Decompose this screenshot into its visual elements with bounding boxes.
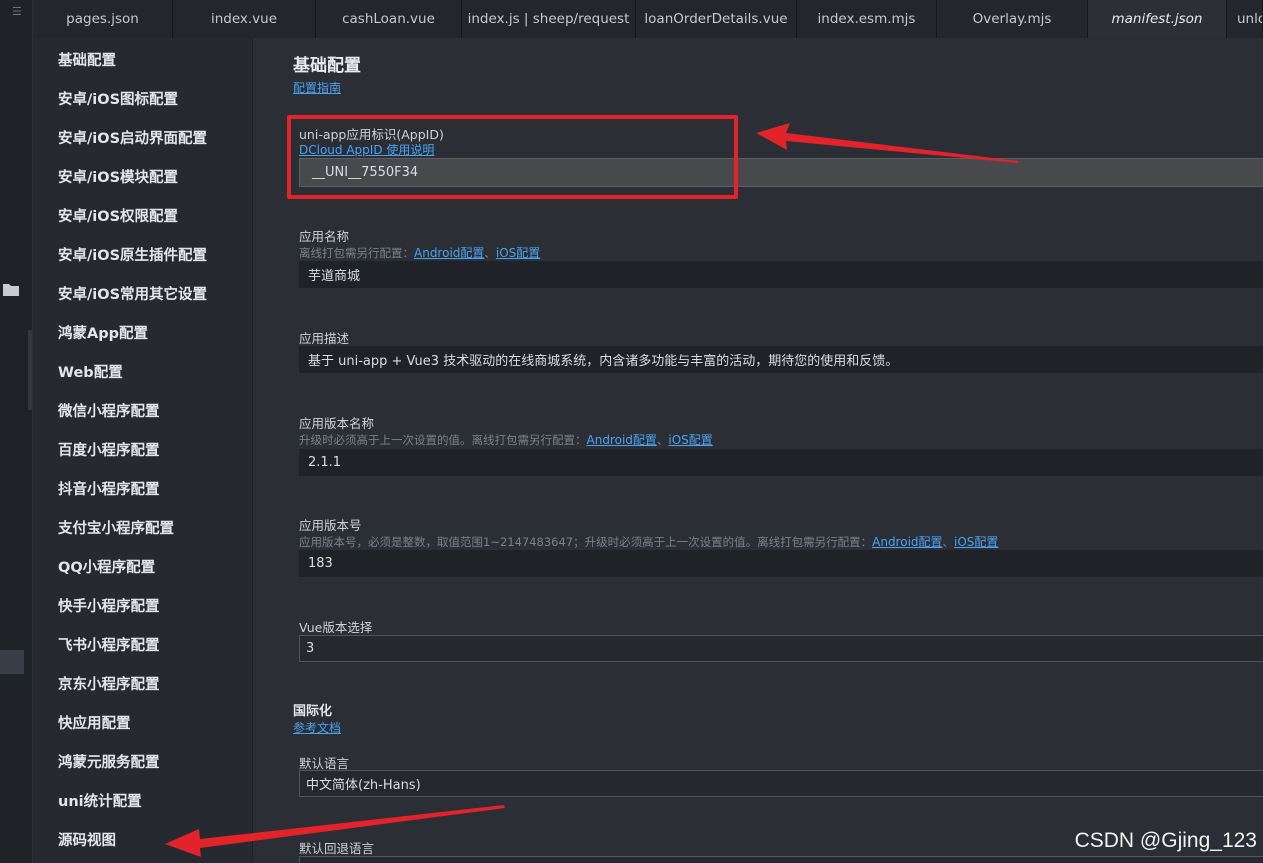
app-name-hint: 离线打包需另行配置：Android配置、iOS配置 [299, 244, 540, 261]
app-name-field[interactable]: 芋道商城 [299, 261, 1263, 288]
sidebar-item-alipay[interactable]: 支付宝小程序配置 [33, 508, 252, 547]
tab-loanorderdetails-vue[interactable]: loanOrderDetails.vue [636, 0, 797, 38]
sidebar-item-web[interactable]: Web配置 [33, 352, 252, 391]
app-name-ios-link[interactable]: iOS配置 [496, 246, 540, 260]
sidebar-item-modules[interactable]: 安卓/iOS模块配置 [33, 157, 252, 196]
activity-bar: ☰ [0, 0, 33, 863]
tab-index-js[interactable]: index.js | sheep/request [462, 0, 636, 38]
tab-cashloan-vue[interactable]: cashLoan.vue [316, 0, 462, 38]
scrollbar[interactable] [28, 330, 32, 410]
folder-icon[interactable] [0, 277, 22, 301]
tab-unlo[interactable]: unlo [1227, 0, 1263, 38]
sidebar-item-harmony-app[interactable]: 鸿蒙App配置 [33, 313, 252, 352]
sidebar-item-permissions[interactable]: 安卓/iOS权限配置 [33, 196, 252, 235]
i18n-docs-link[interactable]: 参考文档 [293, 719, 341, 736]
version-code-ios-link[interactable]: iOS配置 [954, 535, 998, 549]
app-name-android-link[interactable]: Android配置 [414, 246, 484, 260]
version-name-label: 应用版本名称 [299, 416, 375, 431]
menu-icon[interactable]: ☰ [12, 5, 22, 18]
version-name-field[interactable]: 2.1.1 [299, 449, 1263, 476]
version-code-sep: 、 [942, 535, 955, 549]
vue-version-select[interactable]: 3 [299, 635, 1263, 662]
sidebar-item-baidu[interactable]: 百度小程序配置 [33, 430, 252, 469]
sidebar-item-uni-stat[interactable]: uni统计配置 [33, 781, 252, 820]
sidebar-item-kuaishou[interactable]: 快手小程序配置 [33, 586, 252, 625]
sidebar-item-jd[interactable]: 京东小程序配置 [33, 664, 252, 703]
sidebar-item-harmony-service[interactable]: 鸿蒙元服务配置 [33, 742, 252, 781]
version-name-hint-text: 升级时必须高于上一次设置的值。离线打包需另行配置： [299, 433, 587, 447]
selected-indicator [0, 650, 24, 674]
app-name-label: 应用名称 [299, 229, 350, 244]
sidebar-item-qq[interactable]: QQ小程序配置 [33, 547, 252, 586]
fallback-lang-select[interactable] [299, 856, 1263, 863]
config-guide-link[interactable]: 配置指南 [293, 79, 341, 96]
version-name-android-link[interactable]: Android配置 [587, 433, 657, 447]
tab-pages-json[interactable]: pages.json [33, 0, 173, 38]
tab-index-esm-mjs[interactable]: index.esm.mjs [797, 0, 937, 38]
version-name-sep: 、 [656, 433, 669, 447]
sidebar-item-weixin[interactable]: 微信小程序配置 [33, 391, 252, 430]
sidebar-item-douyin[interactable]: 抖音小程序配置 [33, 469, 252, 508]
version-name-ios-link[interactable]: iOS配置 [668, 433, 712, 447]
sidebar-item-quickapp[interactable]: 快应用配置 [33, 703, 252, 742]
sidebar-item-basic[interactable]: 基础配置 [33, 40, 252, 79]
version-name-hint: 升级时必须高于上一次设置的值。离线打包需另行配置：Android配置、iOS配置 [299, 431, 713, 448]
version-code-field[interactable]: 183 [299, 550, 1263, 577]
sidebar-item-feishu[interactable]: 飞书小程序配置 [33, 625, 252, 664]
settings-sidebar: 基础配置 安卓/iOS图标配置 安卓/iOS启动界面配置 安卓/iOS模块配置 … [33, 38, 253, 863]
sidebar-item-splash[interactable]: 安卓/iOS启动界面配置 [33, 118, 252, 157]
version-code-hint-text: 应用版本号，必须是整数，取值范围1~2147483647；升级时必须高于上一次设… [299, 535, 873, 549]
i18n-title: 国际化 [293, 704, 333, 719]
app-desc-field[interactable]: 基于 uni-app + Vue3 技术驱动的在线商城系统，内含诸多功能与丰富的… [299, 346, 1263, 373]
version-code-label: 应用版本号 [299, 518, 362, 533]
sidebar-item-icon[interactable]: 安卓/iOS图标配置 [33, 79, 252, 118]
tab-manifest-json[interactable]: manifest.json [1088, 0, 1227, 38]
editor-tab-bar: pages.json index.vue cashLoan.vue index.… [33, 0, 1263, 38]
sidebar-item-other-settings[interactable]: 安卓/iOS常用其它设置 [33, 274, 252, 313]
annotation-highlight-box [287, 115, 738, 199]
app-name-hint-text: 离线打包需另行配置： [299, 246, 414, 260]
fallback-lang-label: 默认回退语言 [299, 841, 375, 856]
vue-version-label: Vue版本选择 [299, 620, 373, 635]
sidebar-item-native-plugins[interactable]: 安卓/iOS原生插件配置 [33, 235, 252, 274]
page-title: 基础配置 [293, 56, 361, 76]
version-code-android-link[interactable]: Android配置 [872, 535, 942, 549]
app-name-sep: 、 [484, 246, 496, 260]
default-lang-select[interactable]: 中文简体(zh-Hans) [299, 770, 1263, 797]
sidebar-item-source-view[interactable]: 源码视图 [33, 820, 252, 859]
tab-index-vue[interactable]: index.vue [173, 0, 316, 38]
version-code-hint: 应用版本号，必须是整数，取值范围1~2147483647；升级时必须高于上一次设… [299, 533, 998, 550]
watermark: CSDN @Gjing_123 [1074, 829, 1257, 852]
app-desc-label: 应用描述 [299, 331, 350, 346]
tab-overlay-mjs[interactable]: Overlay.mjs [937, 0, 1088, 38]
